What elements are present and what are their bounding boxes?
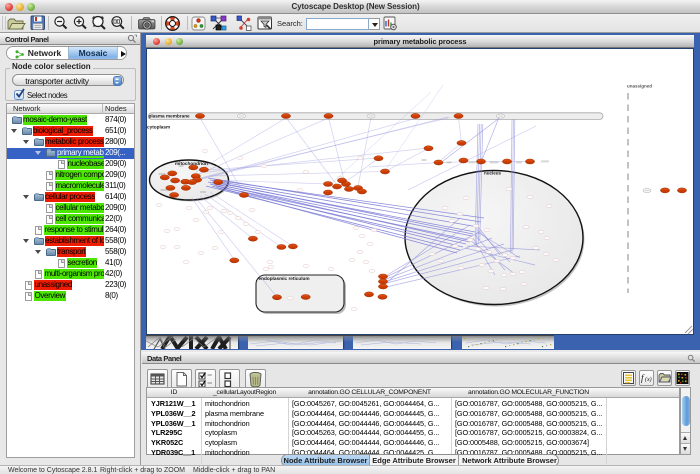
svg-text:endoplasmic reticulum: endoplasmic reticulum xyxy=(259,276,310,282)
svg-text:(x): (x) xyxy=(645,376,652,383)
svg-text:plasma membrane: plasma membrane xyxy=(149,113,190,119)
svg-text:cytoplasm: cytoplasm xyxy=(147,124,170,130)
svg-text:mitochondrion: mitochondrion xyxy=(175,161,208,167)
svg-text:unassigned: unassigned xyxy=(627,84,652,89)
svg-text:nucleus: nucleus xyxy=(484,171,501,176)
